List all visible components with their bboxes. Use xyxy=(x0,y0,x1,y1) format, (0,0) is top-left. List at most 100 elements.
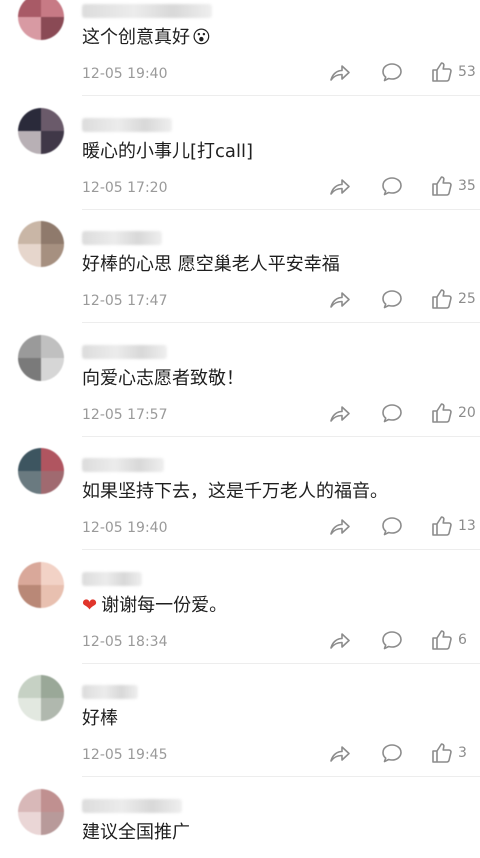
avatar[interactable] xyxy=(18,789,64,835)
comment-body: 这个创意真好 xyxy=(82,27,190,48)
like-button[interactable]: 53 xyxy=(430,58,476,86)
thumbs-up-icon xyxy=(430,174,454,198)
comment-text: 向爱心志愿者致敬！ xyxy=(82,367,244,391)
share-icon xyxy=(328,741,352,765)
share-button[interactable] xyxy=(328,512,352,540)
like-count: 3 xyxy=(458,745,467,761)
avatar[interactable] xyxy=(18,221,64,267)
comment-item[interactable]: 好棒 12-05 19:45 3 xyxy=(0,663,480,777)
share-icon xyxy=(328,401,352,425)
comment-text: 好棒的心思 愿空巢老人平安幸福 xyxy=(82,253,340,277)
comment-timestamp: 12-05 19:40 xyxy=(82,520,168,536)
comment-icon xyxy=(380,628,404,652)
comment-item[interactable]: 好棒的心思 愿空巢老人平安幸福 12-05 17:47 25 xyxy=(0,209,480,323)
comment-actions: 35 xyxy=(320,172,480,200)
like-count: 35 xyxy=(458,178,476,194)
username-blurred[interactable] xyxy=(82,345,167,359)
avatar[interactable] xyxy=(18,562,64,608)
share-icon xyxy=(328,174,352,198)
thumbs-up-icon xyxy=(430,514,454,538)
username-blurred[interactable] xyxy=(82,458,164,472)
comment-body: 向爱心志愿者致敬！ xyxy=(82,368,244,389)
thumbs-up-icon xyxy=(430,60,454,84)
reply-button[interactable] xyxy=(380,172,404,200)
username-blurred[interactable] xyxy=(82,685,138,699)
comment-body: 谢谢每一份爱。 xyxy=(101,595,228,616)
share-button[interactable] xyxy=(328,58,352,86)
thumbs-up-icon xyxy=(430,287,454,311)
username-blurred[interactable] xyxy=(82,4,212,18)
share-button[interactable] xyxy=(328,399,352,427)
comment-icon xyxy=(380,401,404,425)
comment-actions: 13 xyxy=(320,512,480,540)
like-button[interactable]: 13 xyxy=(430,512,476,540)
like-button[interactable]: 35 xyxy=(430,172,476,200)
comment-text: 好棒 xyxy=(82,707,118,731)
comment-text: 如果坚持下去，这是千万老人的福音。 xyxy=(82,480,388,504)
surprised-emoji-icon: 😮 xyxy=(192,27,211,48)
comment-body: 暖心的小事儿[打call] xyxy=(82,141,253,162)
thumbs-up-icon xyxy=(430,401,454,425)
comment-item[interactable]: 建议全国推广 xyxy=(0,777,480,858)
thumbs-up-icon xyxy=(430,741,454,765)
comment-actions: 3 xyxy=(320,739,480,767)
reply-button[interactable] xyxy=(380,739,404,767)
like-button[interactable]: 20 xyxy=(430,399,476,427)
like-count: 6 xyxy=(458,632,467,648)
comment-body: 好棒 xyxy=(82,708,118,729)
like-count: 25 xyxy=(458,291,476,307)
comment-actions: 53 xyxy=(320,58,480,86)
share-button[interactable] xyxy=(328,285,352,313)
share-icon xyxy=(328,60,352,84)
avatar[interactable] xyxy=(18,448,64,494)
reply-button[interactable] xyxy=(380,512,404,540)
reply-button[interactable] xyxy=(380,399,404,427)
thumbs-up-icon xyxy=(430,628,454,652)
username-blurred[interactable] xyxy=(82,118,172,132)
username-blurred[interactable] xyxy=(82,231,162,245)
comment-timestamp: 12-05 19:45 xyxy=(82,747,168,763)
like-count: 53 xyxy=(458,64,476,80)
share-button[interactable] xyxy=(328,626,352,654)
comment-icon xyxy=(380,287,404,311)
comment-item[interactable]: 如果坚持下去，这是千万老人的福音。 12-05 19:40 13 xyxy=(0,436,480,550)
comment-body: 好棒的心思 愿空巢老人平安幸福 xyxy=(82,254,340,275)
comment-actions: 6 xyxy=(320,626,480,654)
reply-button[interactable] xyxy=(380,285,404,313)
comment-item[interactable]: 向爱心志愿者致敬！ 12-05 17:57 20 xyxy=(0,323,480,437)
share-button[interactable] xyxy=(328,739,352,767)
heart-emoji-icon: ❤ xyxy=(82,595,98,616)
username-blurred[interactable] xyxy=(82,799,182,813)
comment-item[interactable]: 这个创意真好 😮 12-05 19:40 53 xyxy=(0,0,480,96)
avatar[interactable] xyxy=(18,108,64,154)
comment-icon xyxy=(380,60,404,84)
share-button[interactable] xyxy=(328,172,352,200)
comment-timestamp: 12-05 18:34 xyxy=(82,634,168,650)
like-button[interactable]: 6 xyxy=(430,626,467,654)
like-button[interactable]: 3 xyxy=(430,739,467,767)
comment-timestamp: 12-05 17:57 xyxy=(82,407,168,423)
username-blurred[interactable] xyxy=(82,572,142,586)
comment-text: ❤ 谢谢每一份爱。 xyxy=(82,594,227,618)
comment-timestamp: 12-05 17:20 xyxy=(82,180,168,196)
like-count: 20 xyxy=(458,405,476,421)
reply-button[interactable] xyxy=(380,626,404,654)
comment-body: 建议全国推广 xyxy=(82,822,190,843)
like-count: 13 xyxy=(458,518,476,534)
share-icon xyxy=(328,514,352,538)
comment-icon xyxy=(380,514,404,538)
comment-item[interactable]: 暖心的小事儿[打call] 12-05 17:20 35 xyxy=(0,96,480,210)
comment-text: 暖心的小事儿[打call] xyxy=(82,140,253,164)
comment-actions: 25 xyxy=(320,285,480,313)
reply-button[interactable] xyxy=(380,58,404,86)
comment-icon xyxy=(380,741,404,765)
avatar[interactable] xyxy=(18,335,64,381)
comment-list: 这个创意真好 😮 12-05 19:40 53 暖心的小事儿[打call] 12-05 1… xyxy=(0,0,480,858)
comment-body: 如果坚持下去，这是千万老人的福音。 xyxy=(82,481,388,502)
comment-icon xyxy=(380,174,404,198)
avatar[interactable] xyxy=(18,675,64,721)
avatar[interactable] xyxy=(18,0,64,40)
comment-item[interactable]: ❤ 谢谢每一份爱。 12-05 18:34 6 xyxy=(0,550,480,664)
share-icon xyxy=(328,628,352,652)
like-button[interactable]: 25 xyxy=(430,285,476,313)
